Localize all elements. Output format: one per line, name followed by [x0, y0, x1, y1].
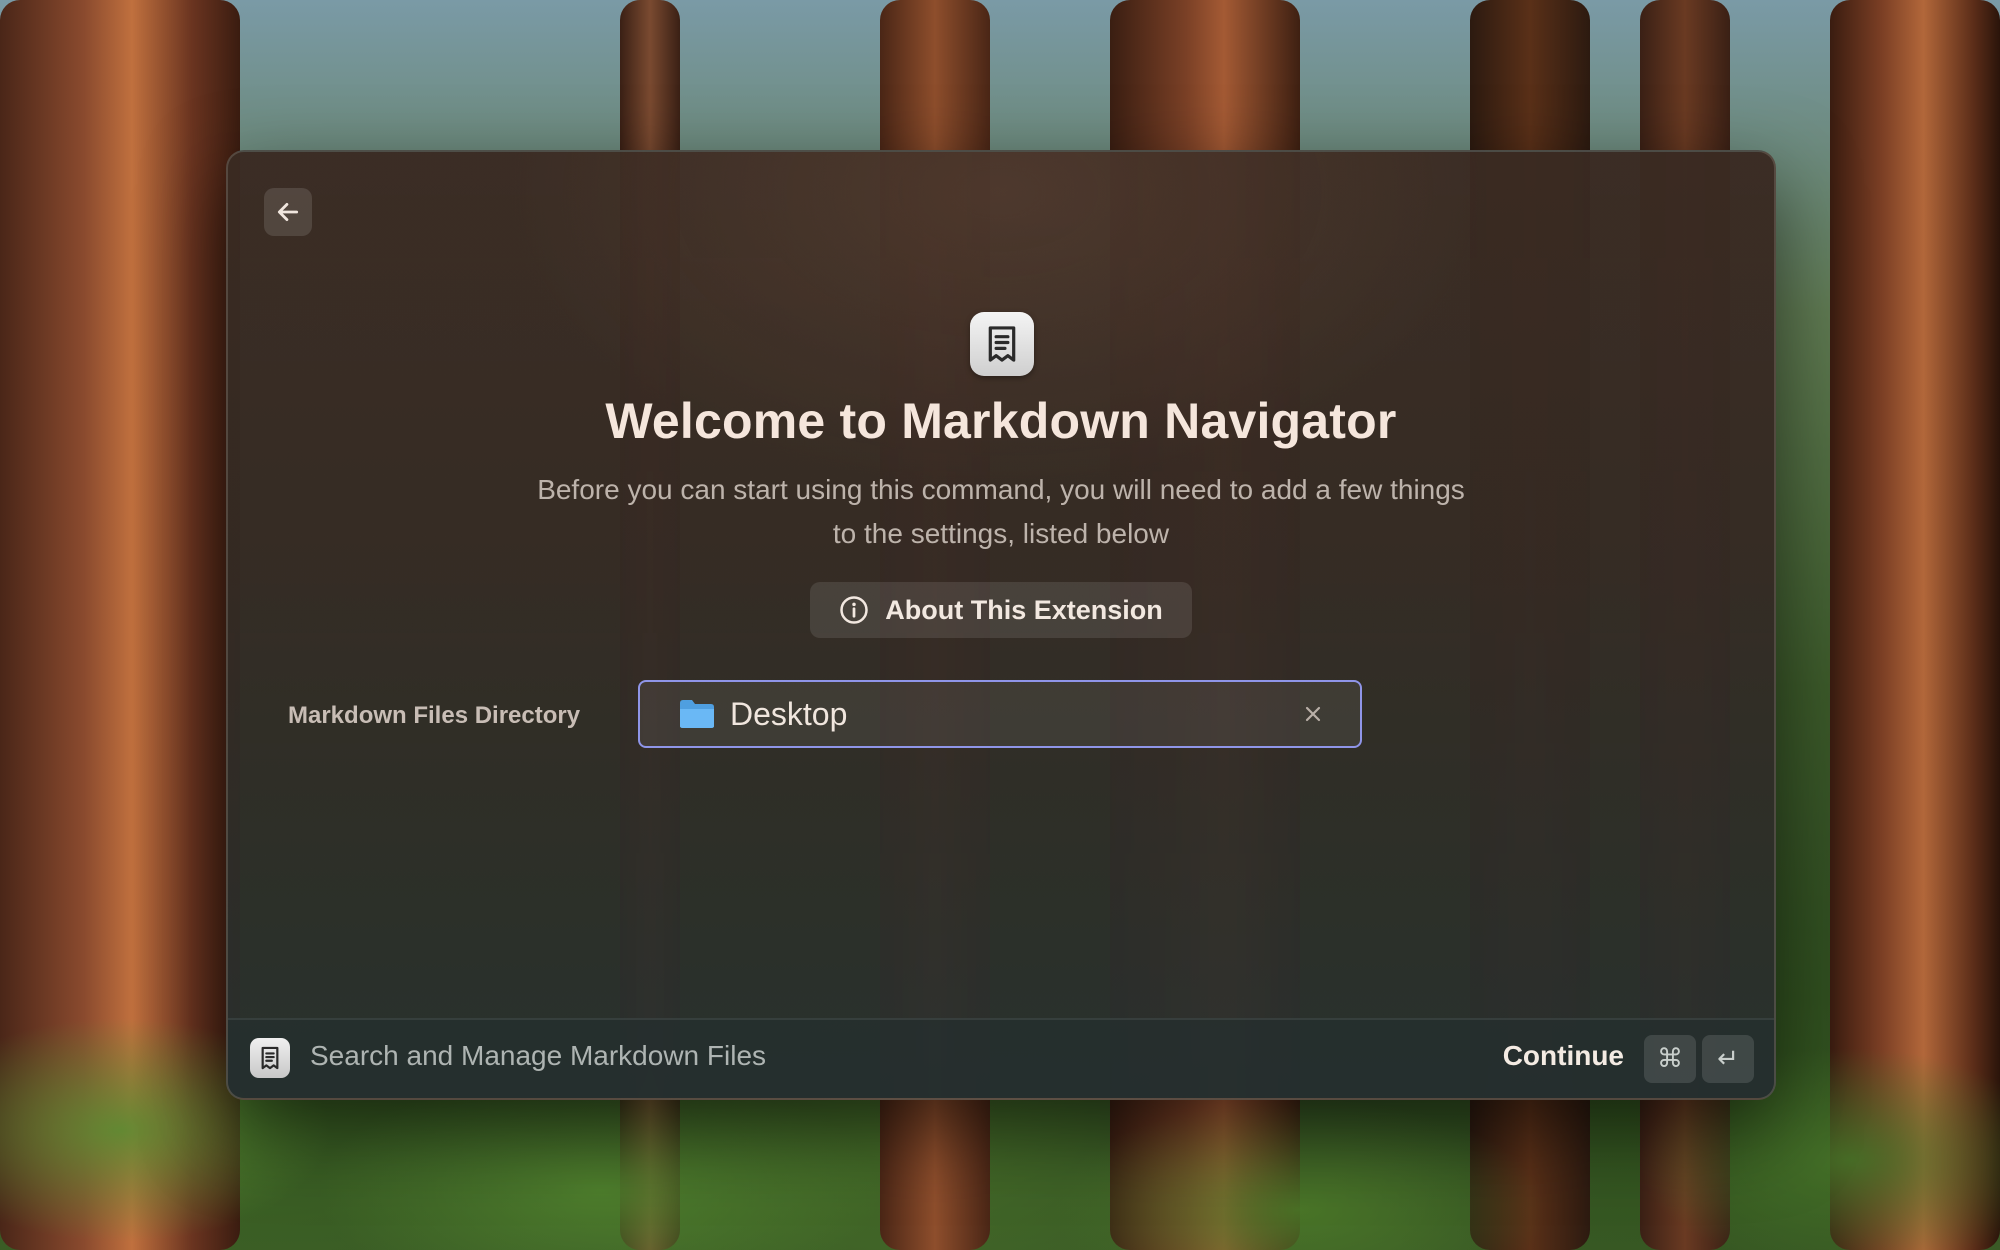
back-button[interactable] [264, 188, 312, 236]
close-icon[interactable] [1302, 703, 1324, 725]
document-icon [261, 1046, 279, 1070]
arrow-left-icon [277, 203, 299, 221]
page-subtitle: Before you can start using this command,… [537, 474, 1465, 549]
about-extension-label: About This Extension [885, 594, 1163, 625]
folder-icon [680, 700, 714, 728]
action-bar: Search and Manage Markdown Files Continu… [228, 1018, 1774, 1098]
return-key-icon: ↵ [1702, 1035, 1754, 1083]
directory-field-label: Markdown Files Directory [288, 702, 581, 729]
extension-window: Welcome to Markdown Navigator Before you… [226, 150, 1776, 1100]
continue-button[interactable]: Continue [1503, 1040, 1624, 1072]
command-icon [250, 1038, 290, 1078]
command-title: Search and Manage Markdown Files [310, 1040, 767, 1071]
extension-icon [970, 312, 1034, 376]
directory-picker-field[interactable]: Desktop [638, 680, 1362, 748]
command-key-icon: ⌘ [1644, 1035, 1696, 1083]
directory-value: Desktop [730, 695, 848, 732]
about-extension-button[interactable]: About This Extension [810, 582, 1192, 638]
info-icon [840, 596, 868, 624]
page-title: Welcome to Markdown Navigator [605, 393, 1397, 449]
document-icon [988, 326, 1016, 362]
